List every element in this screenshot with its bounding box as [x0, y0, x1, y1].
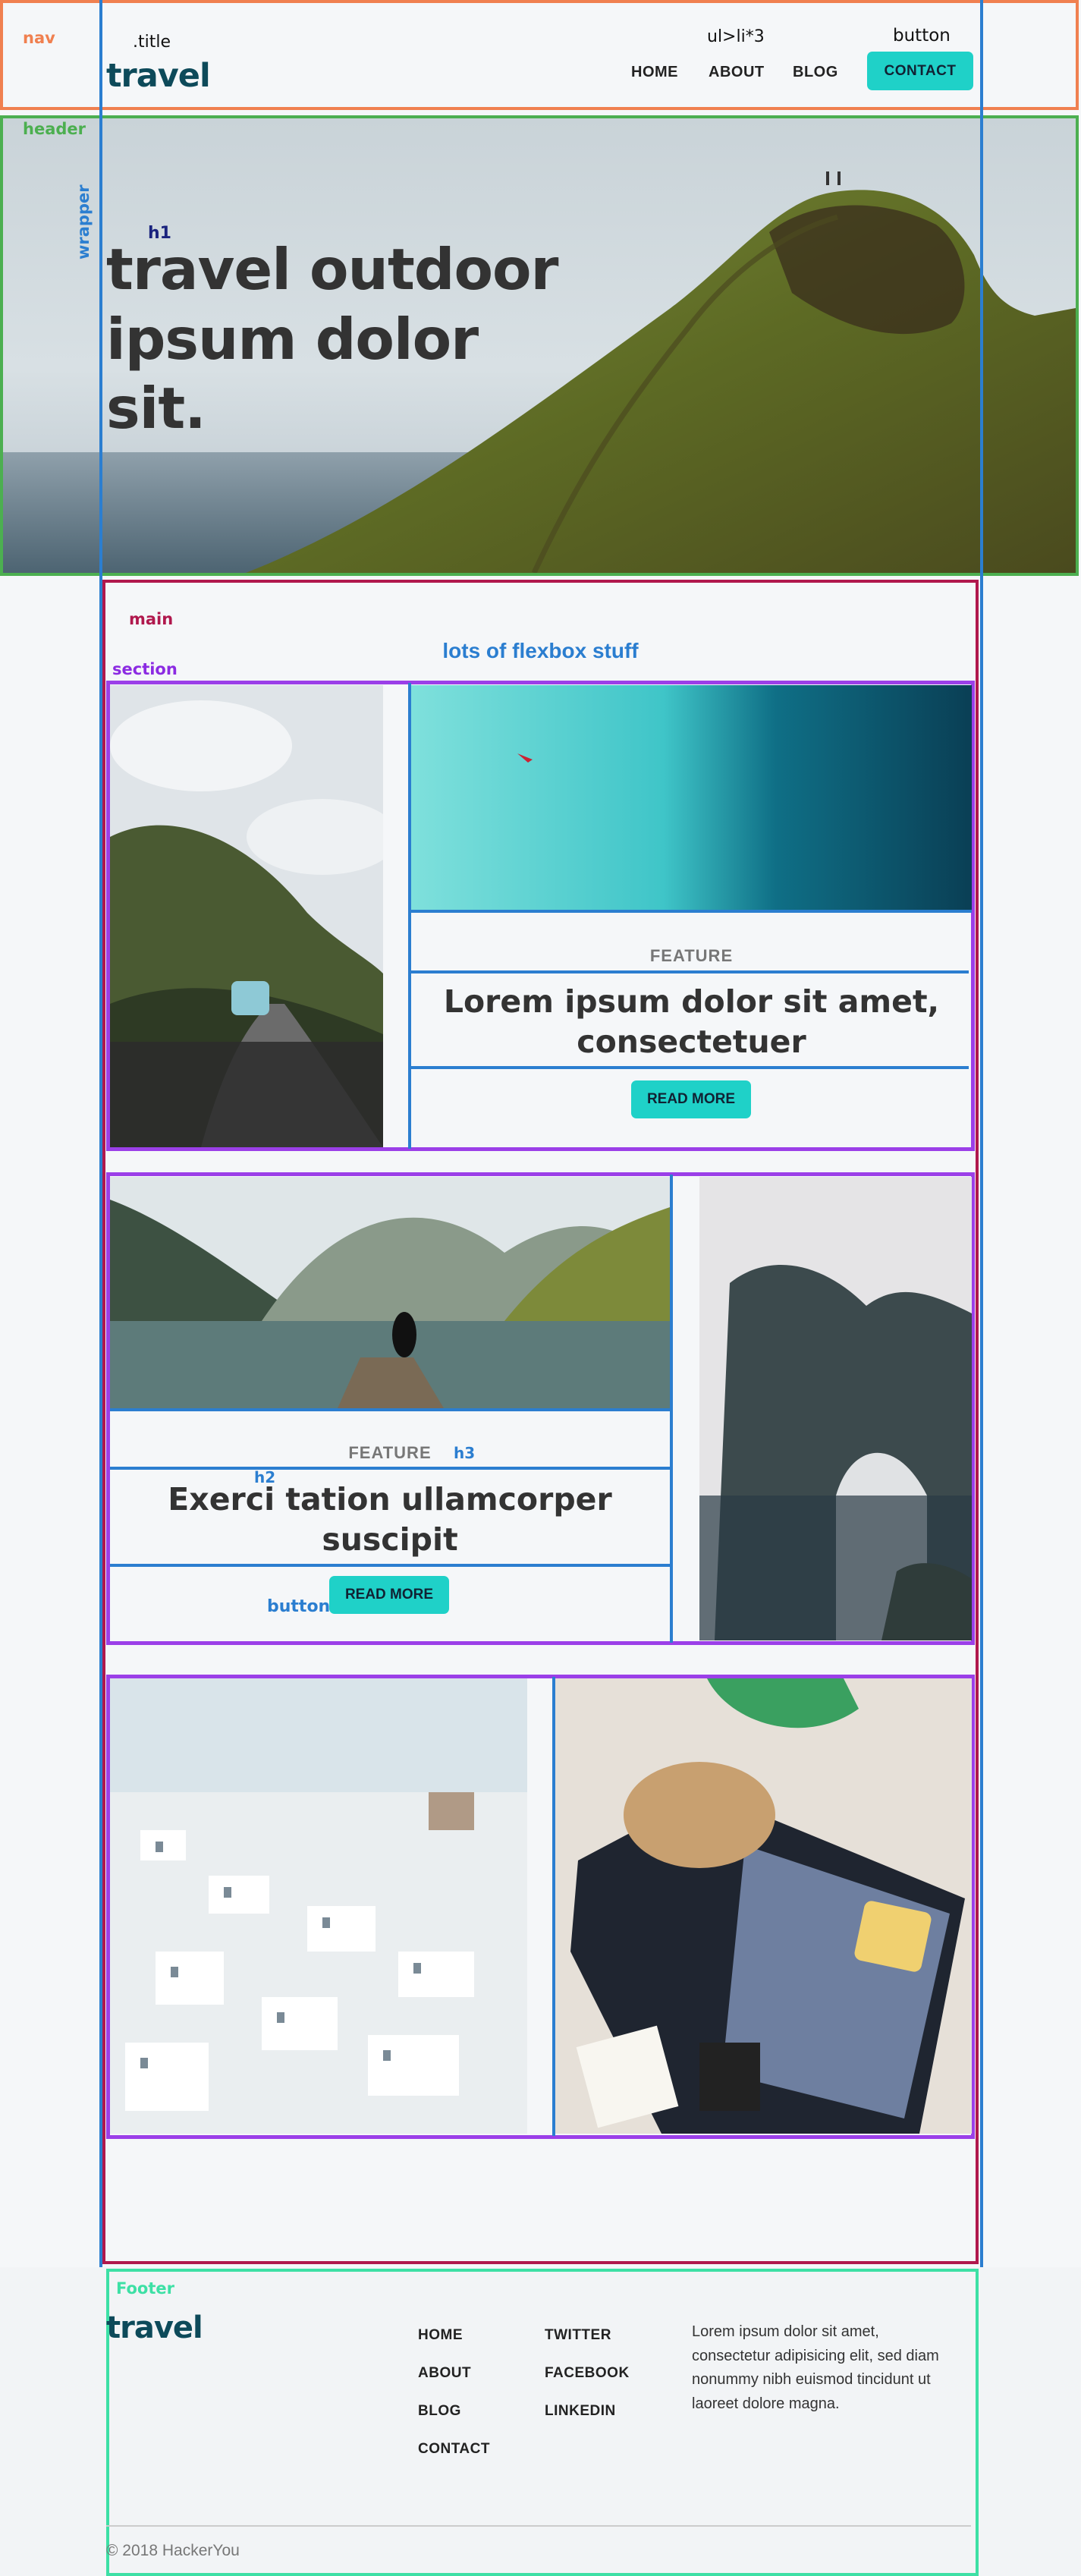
- nav-debug-label: nav: [23, 29, 55, 47]
- card2-rule-3: [110, 1564, 670, 1567]
- ul-debug-label: ul>li*3: [707, 27, 765, 46]
- wrapper-outline-right: [980, 0, 983, 2576]
- copyright-text: © 2018 HackerYou: [106, 2542, 240, 2559]
- footer-link-linkedin[interactable]: LINKEDIN: [545, 2403, 616, 2420]
- santorini-photo: [110, 1678, 527, 2134]
- suitcase-photo: [555, 1678, 972, 2134]
- aerial-sea-image: [411, 685, 972, 910]
- card2-rule-1: [110, 1408, 670, 1411]
- card2-eyebrow: FEATURE: [348, 1443, 432, 1462]
- section-heading-text: lots of flexbox stuff: [442, 639, 639, 662]
- road-van-photo: [110, 685, 383, 1147]
- card1-rule-1: [411, 910, 972, 913]
- sea-arch-image: [699, 1177, 972, 1640]
- footer-description: Lorem ipsum dolor sit amet, consectetur …: [692, 2323, 939, 2412]
- nav-link-home[interactable]: HOME: [631, 64, 678, 81]
- nav-link-about[interactable]: ABOUT: [709, 64, 765, 81]
- footer-link-twitter[interactable]: TWITTER: [545, 2327, 611, 2344]
- site-logo[interactable]: travel: [106, 57, 211, 95]
- footer-logo[interactable]: travel: [106, 2310, 203, 2345]
- button-debug-label: button: [893, 26, 951, 46]
- card2-title: Exerci tation ullamcorper suscipit: [168, 1481, 612, 1558]
- santorini-image: [110, 1678, 527, 2134]
- button-card-debug-label: button: [267, 1597, 331, 1616]
- card1-rule-3: [411, 1066, 969, 1069]
- main-debug-label: main: [129, 610, 174, 628]
- footer-link-home[interactable]: HOME: [418, 2327, 463, 2344]
- footer-link-blog[interactable]: BLOG: [418, 2403, 461, 2420]
- card2-outline: [670, 1175, 673, 1643]
- card1-title: Lorem ipsum dolor sit amet, consectetuer: [443, 983, 940, 1061]
- wrapper-debug-label: wrapper: [74, 184, 93, 259]
- hero-title: travel outdoor ipsum dolor sit.: [106, 236, 559, 442]
- lake-dock-photo: [110, 1177, 670, 1408]
- footer-link-facebook[interactable]: FACEBOOK: [545, 2365, 630, 2382]
- nav-link-blog[interactable]: BLOG: [793, 64, 838, 81]
- footer-link-contact[interactable]: CONTACT: [418, 2441, 490, 2458]
- card1-eyebrow: FEATURE: [649, 946, 734, 965]
- footer-debug-label: Footer: [116, 2279, 174, 2298]
- h3-debug-label: h3: [454, 1444, 476, 1462]
- footer-link-about[interactable]: ABOUT: [418, 2365, 471, 2382]
- card2-read-more-button[interactable]: READ MORE: [329, 1576, 449, 1614]
- lake-dock-image: [110, 1177, 670, 1408]
- sea-arch-photo: [699, 1177, 972, 1640]
- card1-read-more-button[interactable]: READ MORE: [631, 1080, 751, 1118]
- suitcase-image: [555, 1678, 972, 2134]
- header-debug-label: header: [23, 120, 86, 138]
- title-debug-label: .title: [133, 33, 171, 52]
- footer: [106, 2269, 979, 2576]
- contact-button[interactable]: CONTACT: [867, 52, 973, 90]
- footer-divider: [106, 2525, 971, 2527]
- card2-rule-2: [110, 1467, 670, 1470]
- aerial-sea-photo: [411, 685, 972, 910]
- section-debug-label: section: [112, 660, 178, 678]
- card1-rule-2: [411, 970, 969, 973]
- road-van-image: [110, 685, 383, 1147]
